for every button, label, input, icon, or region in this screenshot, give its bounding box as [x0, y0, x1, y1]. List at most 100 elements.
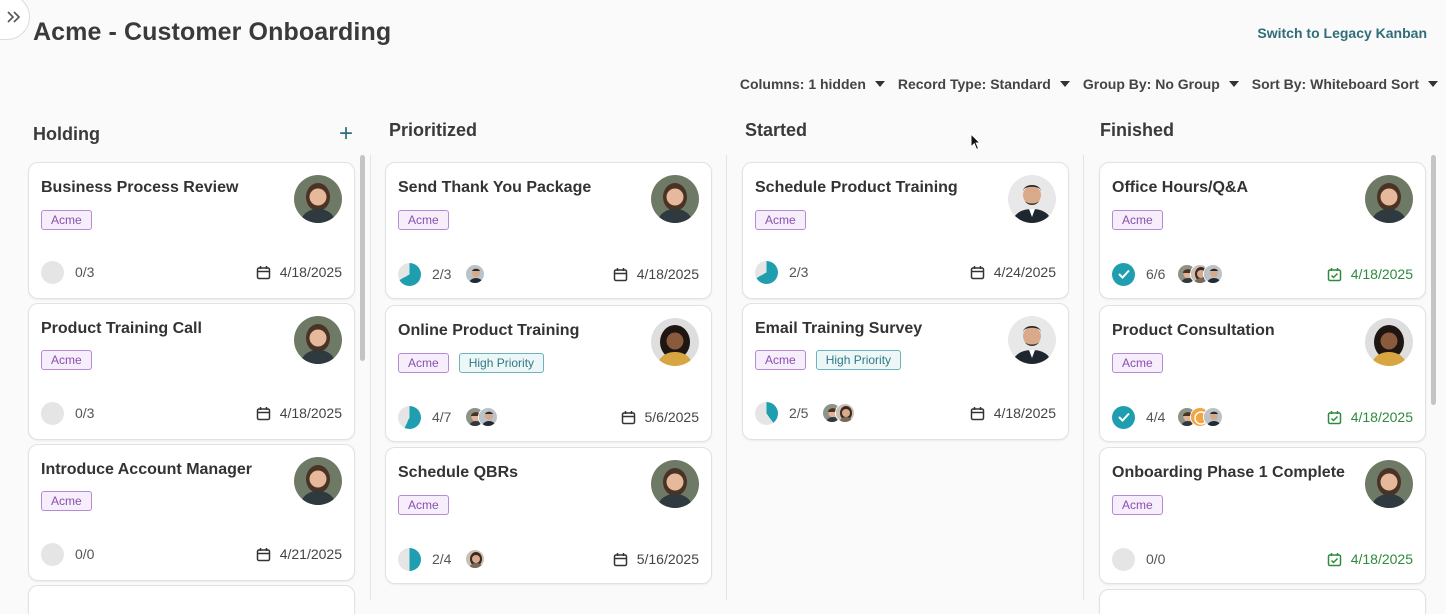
calendar-icon — [256, 406, 270, 420]
due-date: 4/18/2025 — [1350, 266, 1413, 282]
card-title: Introduce Account Manager — [41, 461, 252, 478]
avatar[interactable] — [651, 318, 699, 366]
record-type-filter[interactable]: Record Type: Standard — [898, 76, 1070, 92]
task-card[interactable]: Send Thank You Package Acme 2/3 4/18/202… — [385, 162, 712, 299]
card-title: Business Process Review — [41, 179, 239, 196]
caret-down-icon — [1428, 81, 1438, 87]
progress-pie-icon — [1112, 547, 1135, 571]
filter-label: Group By: No Group — [1082, 76, 1220, 92]
avatar[interactable] — [651, 460, 699, 508]
calendar-icon — [613, 267, 627, 281]
expand-sidebar-button[interactable] — [0, 0, 30, 40]
due-date: 5/16/2025 — [636, 551, 699, 567]
task-card-partial[interactable] — [1099, 589, 1426, 614]
check-circle-icon — [1112, 262, 1135, 286]
filter-label: Sort By: Whiteboard Sort — [1251, 76, 1419, 92]
caret-down-icon — [874, 81, 885, 87]
task-card[interactable]: Online Product Training Acme High Priori… — [385, 305, 712, 442]
avatar[interactable] — [294, 316, 342, 364]
task-card-partial[interactable] — [28, 585, 355, 614]
task-card[interactable]: Onboarding Phase 1 Complete Acme 0/0 4/1… — [1099, 447, 1426, 584]
avatar[interactable] — [294, 457, 342, 505]
column-title: Prioritized — [389, 120, 478, 140]
assignee-avatar[interactable] — [478, 407, 499, 427]
progress-pie-icon — [755, 260, 778, 284]
column-divider — [726, 155, 727, 600]
column-title: Finished — [1100, 120, 1175, 140]
progress-pie-icon — [41, 260, 64, 284]
tag-acme: Acme — [755, 210, 806, 230]
due-date: 4/18/2025 — [993, 405, 1056, 421]
due-date: 4/18/2025 — [279, 405, 342, 421]
columns-filter[interactable]: Columns: 1 hidden — [740, 76, 885, 92]
checklist-progress: 0/0 — [75, 546, 95, 562]
sort-by-filter[interactable]: Sort By: Whiteboard Sort — [1252, 76, 1438, 92]
card-title: Product Training Call — [41, 320, 202, 337]
caret-down-icon — [1228, 81, 1239, 87]
assignee-avatar[interactable] — [1203, 407, 1224, 427]
avatar[interactable] — [1365, 318, 1413, 366]
task-card[interactable]: Business Process Review Acme 0/3 4/18/20… — [28, 162, 355, 299]
avatar[interactable] — [651, 175, 699, 223]
avatar[interactable] — [1365, 175, 1413, 223]
progress-pie-icon — [398, 405, 421, 429]
avatar[interactable] — [1008, 316, 1056, 364]
task-card[interactable]: Product Training Call Acme 0/3 4/18/2025 — [28, 303, 355, 440]
check-circle-icon — [1112, 405, 1135, 429]
double-chevron-right-icon — [7, 11, 21, 23]
assignee-avatar[interactable] — [465, 549, 486, 569]
card-title: Product Consultation — [1112, 322, 1275, 339]
calendar-icon — [613, 552, 627, 566]
due-date: 4/18/2025 — [1350, 551, 1413, 567]
due-date: 4/18/2025 — [279, 264, 342, 280]
filter-label: Record Type: Standard — [897, 76, 1051, 92]
column-divider — [1083, 155, 1084, 600]
task-card[interactable]: Product Consultation Acme 4/4 4/18/2025 — [1099, 305, 1426, 442]
tag-acme: Acme — [398, 210, 449, 230]
due-date: 4/24/2025 — [993, 264, 1056, 280]
calendar-icon — [970, 406, 984, 420]
calendar-check-icon — [1327, 552, 1341, 566]
tag-acme: Acme — [41, 350, 92, 370]
checklist-progress: 0/3 — [75, 264, 95, 280]
task-card[interactable]: Email Training Survey Acme High Priority… — [742, 303, 1069, 440]
checklist-progress: 0/0 — [1146, 551, 1166, 567]
calendar-check-icon — [1327, 267, 1341, 281]
progress-pie-icon — [755, 401, 778, 425]
assignee-avatar[interactable] — [835, 403, 856, 423]
card-title: Onboarding Phase 1 Complete — [1112, 464, 1345, 481]
card-title: Send Thank You Package — [398, 179, 592, 196]
assignee-avatar[interactable] — [465, 264, 486, 284]
holding-scrollbar[interactable] — [360, 155, 365, 361]
task-card[interactable]: Schedule Product Training Acme 2/3 4/24/… — [742, 162, 1069, 299]
progress-pie-icon — [398, 262, 421, 286]
checklist-progress: 6/6 — [1146, 266, 1166, 282]
avatar[interactable] — [1008, 175, 1056, 223]
task-card[interactable]: Schedule QBRs Acme 2/4 5/16/2025 — [385, 447, 712, 584]
due-date: 4/18/2025 — [636, 266, 699, 282]
task-card[interactable]: Office Hours/Q&A Acme 6/6 4/18/2025 — [1099, 162, 1426, 299]
due-date: 4/21/2025 — [279, 546, 342, 562]
card-title: Schedule QBRs — [398, 464, 519, 481]
switch-legacy-kanban-link[interactable]: Switch to Legacy Kanban — [1257, 25, 1427, 41]
tag-acme: Acme — [398, 353, 449, 373]
group-by-filter[interactable]: Group By: No Group — [1083, 76, 1239, 92]
progress-pie-icon — [398, 547, 421, 571]
checklist-progress: 4/7 — [432, 409, 452, 425]
progress-pie-icon — [41, 542, 64, 566]
assignee-avatar[interactable] — [1203, 264, 1224, 284]
avatar[interactable] — [1365, 460, 1413, 508]
calendar-icon — [621, 410, 635, 424]
progress-pie-icon — [41, 401, 64, 425]
tag-acme: Acme — [1112, 210, 1163, 230]
filter-label: Columns: 1 hidden — [739, 76, 866, 92]
tag-acme: Acme — [1112, 495, 1163, 515]
avatar[interactable] — [294, 175, 342, 223]
add-card-icon[interactable]: + — [339, 122, 353, 146]
checklist-progress: 2/3 — [432, 266, 452, 282]
tag-acme: Acme — [755, 350, 806, 370]
task-card[interactable]: Introduce Account Manager Acme 0/0 4/21/… — [28, 444, 355, 581]
card-title: Online Product Training — [398, 322, 580, 339]
finished-scrollbar[interactable] — [1431, 155, 1436, 405]
tag-acme: Acme — [41, 491, 92, 511]
